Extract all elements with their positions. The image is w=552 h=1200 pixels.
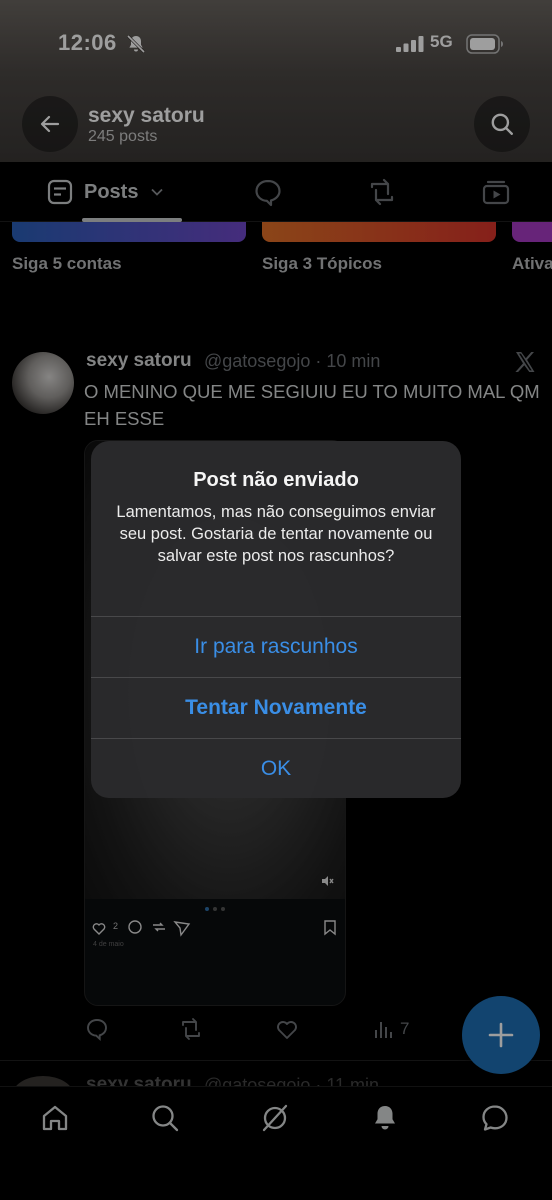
alert-title: Post não enviado: [193, 469, 359, 491]
retry-button[interactable]: Tentar Novamente: [91, 677, 461, 737]
alert-dialog: Post não enviado Lamentamos, mas não con…: [91, 441, 461, 798]
alert-message: Lamentamos, mas não conseguimos enviar s…: [116, 503, 436, 565]
ok-button[interactable]: OK: [91, 738, 461, 798]
go-to-drafts-button[interactable]: Ir para rascunhos: [91, 616, 461, 676]
